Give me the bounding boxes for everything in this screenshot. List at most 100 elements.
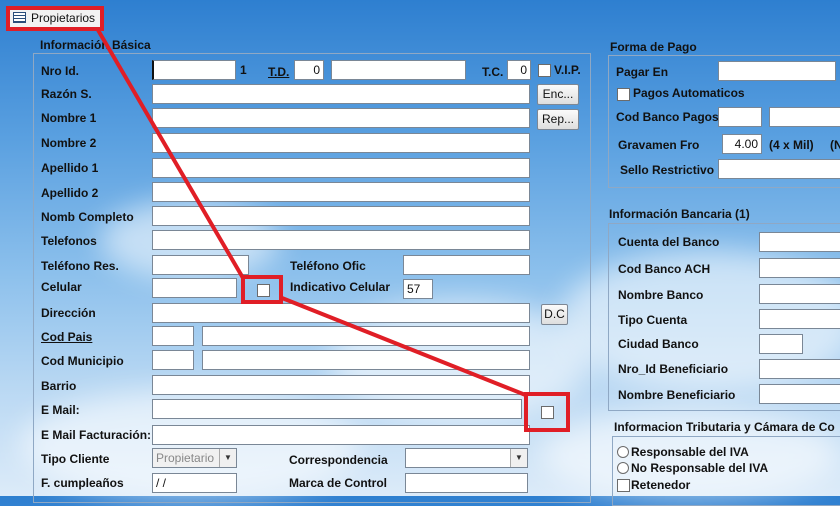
cod-municipio-input[interactable] xyxy=(152,350,194,370)
tel-res-input[interactable] xyxy=(152,255,249,275)
ach-input[interactable] xyxy=(759,258,840,278)
apellido2-input[interactable] xyxy=(152,182,530,202)
marca-control-input[interactable] xyxy=(405,473,528,493)
no-responsable-radio[interactable] xyxy=(617,462,629,474)
apellido2-label: Apellido 2 xyxy=(41,186,99,200)
nombre-banco-input[interactable] xyxy=(759,284,840,304)
rep-button[interactable]: Rep... xyxy=(537,109,579,130)
bancaria-title: Información Bancaria (1) xyxy=(609,207,750,221)
tipo-cliente-value: Propietario xyxy=(156,451,215,465)
vip-label: V.I.P. xyxy=(554,63,581,77)
gravamen-note: (4 x Mil) xyxy=(769,138,814,152)
telefonos-label: Telefonos xyxy=(41,234,97,248)
email-input[interactable] xyxy=(152,399,522,419)
gravamen-extra: (N xyxy=(830,138,840,152)
cod-municipio-label: Cod Municipio xyxy=(41,354,124,368)
barrio-label: Barrio xyxy=(41,379,77,393)
tipo-cliente-select[interactable]: Propietario ▼ xyxy=(152,448,237,468)
nombre2-label: Nombre 2 xyxy=(41,136,97,150)
ciudad-label: Ciudad Banco xyxy=(618,337,699,351)
cod-banco-desc-input[interactable] xyxy=(769,107,840,127)
marca-control-label: Marca de Control xyxy=(289,476,388,490)
dc-button[interactable]: D.C xyxy=(541,304,568,325)
ciudad-input[interactable] xyxy=(759,334,803,354)
indicativo-input[interactable]: 57 xyxy=(403,279,433,299)
pago-title: Forma de Pago xyxy=(610,40,697,54)
sello-label: Sello Restrictivo xyxy=(620,163,715,177)
barrio-input[interactable] xyxy=(152,375,530,395)
chevron-down-icon: ▼ xyxy=(510,449,527,467)
apellido1-label: Apellido 1 xyxy=(41,161,99,175)
direccion-label: Dirección xyxy=(41,306,96,320)
nro-id-benef-input[interactable] xyxy=(759,359,840,379)
nro-id-input[interactable] xyxy=(152,60,236,80)
gravamen-label: Gravamen Fro xyxy=(618,138,700,152)
enc-button[interactable]: Enc... xyxy=(537,84,579,105)
nombre2-input[interactable] xyxy=(152,133,530,153)
cod-pais-label[interactable]: Cod Pais xyxy=(41,330,92,344)
cod-pais-desc-input[interactable] xyxy=(202,326,530,346)
highlight-celular-checkbox xyxy=(241,275,283,304)
cumpleanos-label: F. cumpleaños xyxy=(41,476,124,490)
ach-label: Cod Banco ACH xyxy=(618,262,711,276)
apellido1-input[interactable] xyxy=(152,158,530,178)
correspondencia-select[interactable]: ▼ xyxy=(405,448,528,468)
cod-banco-input[interactable] xyxy=(718,107,762,127)
cod-banco-label: Cod Banco Pagos xyxy=(616,110,719,124)
email-fact-label: E Mail Facturación: xyxy=(41,428,152,442)
no-responsable-label: No Responsable del IVA xyxy=(631,461,769,475)
tributaria-title: Informacion Tributaria y Cámara de Co xyxy=(614,420,835,434)
td-label[interactable]: T.D. xyxy=(268,65,289,79)
cuenta-label: Cuenta del Banco xyxy=(618,235,720,249)
nombre1-label: Nombre 1 xyxy=(41,111,97,125)
nombre-banco-label: Nombre Banco xyxy=(618,288,704,302)
razon-label: Razón S. xyxy=(41,87,92,101)
pagos-auto-label: Pagos Automaticos xyxy=(633,86,745,100)
cod-pais-input[interactable] xyxy=(152,326,194,346)
tel-res-label: Teléfono Res. xyxy=(41,259,119,273)
highlight-tab xyxy=(6,6,104,31)
nombre-benef-input[interactable] xyxy=(759,384,840,404)
tel-ofic-label: Teléfono Ofic xyxy=(290,259,366,273)
nro-id-suffix: 1 xyxy=(240,63,247,77)
correspondencia-label: Correspondencia xyxy=(289,453,388,467)
cuenta-input[interactable] xyxy=(759,232,840,252)
tipo-cuenta-label: Tipo Cuenta xyxy=(618,313,688,327)
gravamen-input[interactable]: 4.00 xyxy=(722,134,762,154)
email-fact-input[interactable] xyxy=(152,425,530,445)
direccion-input[interactable] xyxy=(152,303,530,323)
nomb-completo-label: Nomb Completo xyxy=(41,210,134,224)
nro-id-benef-label: Nro_Id Beneficiario xyxy=(618,362,729,376)
sello-input[interactable] xyxy=(718,159,840,179)
celular-input[interactable] xyxy=(152,278,237,298)
responsable-label: Responsable del IVA xyxy=(631,445,749,459)
email-label: E Mail: xyxy=(41,403,80,417)
nro-id-label: Nro Id. xyxy=(41,64,79,78)
celular-label: Celular xyxy=(41,280,82,294)
vip-checkbox[interactable] xyxy=(538,64,551,77)
nombre-benef-label: Nombre Beneficiario xyxy=(618,388,736,402)
razon-input[interactable] xyxy=(152,84,530,104)
cumpleanos-input[interactable]: / / xyxy=(152,473,237,493)
tc-input[interactable]: 0 xyxy=(507,60,531,80)
responsable-radio[interactable] xyxy=(617,446,629,458)
tel-ofic-input[interactable] xyxy=(403,255,530,275)
indicativo-label: Indicativo Celular xyxy=(290,280,391,294)
cod-municipio-desc-input[interactable] xyxy=(202,350,530,370)
tipo-cliente-label: Tipo Cliente xyxy=(41,452,110,466)
td-input[interactable]: 0 xyxy=(294,60,324,80)
highlight-email-checkbox xyxy=(524,392,570,432)
pagar-en-label: Pagar En xyxy=(616,65,669,79)
retenedor-checkbox[interactable] xyxy=(617,479,630,492)
retenedor-label: Retenedor xyxy=(631,478,691,492)
nombre1-input[interactable] xyxy=(152,108,530,128)
tc-label: T.C. xyxy=(482,65,504,79)
tipo-cuenta-input[interactable] xyxy=(759,309,840,329)
basic-info-title: Información Básica xyxy=(40,38,151,52)
chevron-down-icon: ▼ xyxy=(219,449,236,467)
nomb-completo-input[interactable] xyxy=(152,206,530,226)
td-extra-input[interactable] xyxy=(331,60,466,80)
pagos-auto-checkbox[interactable] xyxy=(617,88,630,101)
pagar-en-input[interactable] xyxy=(718,61,836,81)
telefonos-input[interactable] xyxy=(152,230,530,250)
